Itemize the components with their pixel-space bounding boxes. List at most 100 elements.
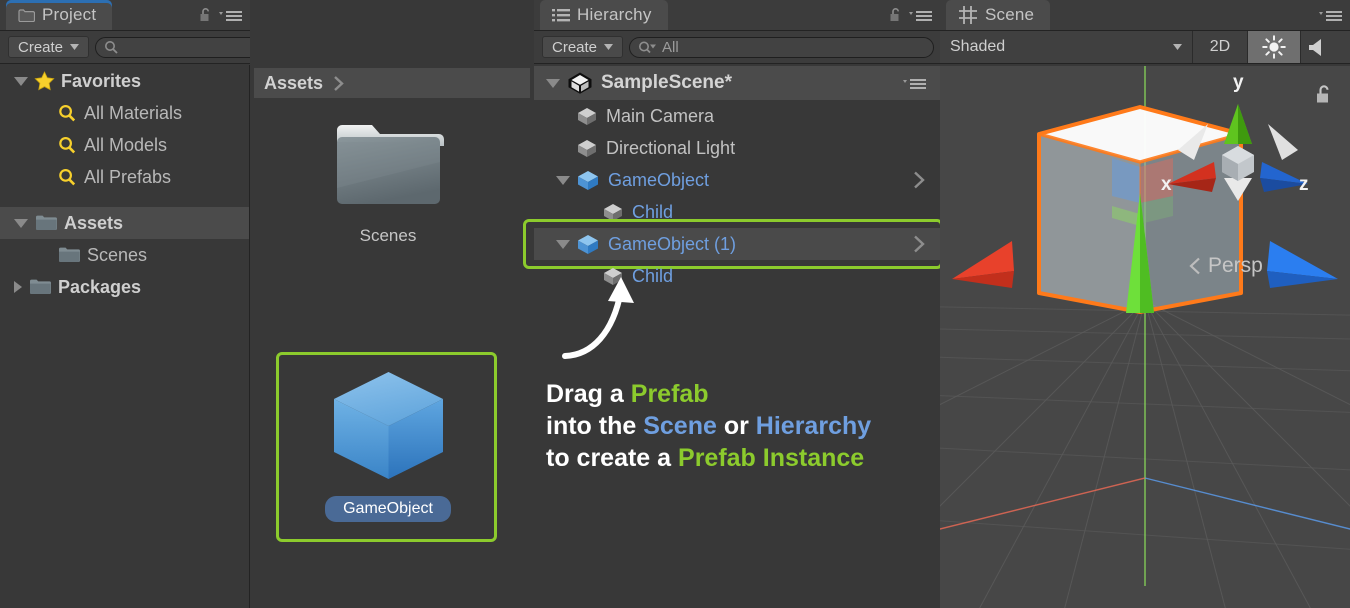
prefab-cube-icon [576, 233, 600, 256]
asset-item-scenes[interactable]: Scenes [278, 118, 498, 246]
scene-view[interactable]: y x z Persp [940, 66, 1350, 608]
project-panel: Project Create Favorites All Materials A… [0, 0, 534, 608]
draw-mode-label: Shaded [950, 38, 1006, 55]
tab-project-label: Project [42, 5, 97, 24]
tree-item-scenes[interactable]: Scenes [0, 239, 249, 271]
folder-icon [29, 278, 51, 296]
annotation-line2-pre: into the [546, 412, 644, 440]
hierarchy-toolbar: Create All [534, 30, 940, 64]
tab-scene-label: Scene [985, 5, 1035, 24]
annotation-line2-mid: or [716, 412, 756, 440]
scene-tabstrip-actions [1318, 0, 1344, 30]
project-folder-icon [18, 8, 35, 22]
lock-open-icon[interactable] [889, 7, 902, 23]
hierarchy-create-button[interactable]: Create [542, 36, 624, 58]
tree-item-assets[interactable]: Assets [0, 207, 249, 239]
asset-item-gameobject[interactable]: GameObject [278, 366, 498, 522]
scene-grid-icon [958, 5, 978, 25]
annotation-line3-prefab-instance: Prefab Instance [678, 444, 865, 472]
chevron-down-icon[interactable] [546, 78, 560, 88]
hierarchy-tabstrip: Hierarchy [534, 0, 940, 30]
hierarchy-item-directional-light[interactable]: Directional Light [534, 132, 940, 164]
star-icon [34, 71, 55, 91]
panel-menu-icon[interactable] [218, 8, 244, 22]
hierarchy-search-input[interactable]: All [629, 36, 934, 58]
prefab-cube-icon [326, 366, 451, 484]
breadcrumb-assets-label: Assets [264, 72, 324, 93]
hierarchy-item-directional-light-label: Directional Light [606, 137, 736, 158]
toggle-lighting-button[interactable] [1248, 31, 1301, 63]
panel-menu-icon[interactable] [1318, 8, 1344, 22]
tree-item-all-prefabs[interactable]: All Prefabs [0, 161, 249, 193]
search-dropdown-icon[interactable] [638, 40, 660, 55]
hierarchy-scene-header[interactable]: SampleScene* [534, 66, 940, 100]
unity-scene-icon [567, 71, 593, 95]
chevron-down-icon [70, 44, 80, 50]
tree-item-assets-label: Assets [64, 212, 124, 233]
hierarchy-scene-name: SampleScene* [601, 72, 732, 93]
folder-icon [329, 118, 447, 214]
hierarchy-item-main-camera[interactable]: Main Camera [534, 100, 940, 132]
scene-viewport-render[interactable] [940, 66, 1350, 608]
draw-mode-dropdown[interactable]: Shaded [940, 31, 1193, 63]
gameobject-grey-cube-icon [576, 106, 598, 127]
tree-item-all-materials[interactable]: All Materials [0, 97, 249, 129]
breadcrumb[interactable]: Assets [254, 68, 530, 98]
tree-item-favorites[interactable]: Favorites [0, 65, 249, 97]
search-icon [58, 136, 77, 155]
tab-scene[interactable]: Scene [946, 0, 1051, 30]
tree-item-packages-label: Packages [58, 276, 142, 297]
chevron-down-icon[interactable] [14, 218, 28, 228]
annotation-line-3: to create a Prefab Instance [546, 442, 946, 474]
asset-grid[interactable]: Scenes GameObject [250, 100, 534, 608]
toggle-audio-button[interactable] [1301, 31, 1350, 63]
asset-item-scenes-label: Scenes [359, 226, 417, 245]
asset-item-gameobject-label: GameObject [325, 496, 451, 522]
project-tree[interactable]: Favorites All Materials All Models All P… [0, 65, 250, 608]
hierarchy-item-gameobject-1-label: GameObject (1) [608, 233, 737, 254]
annotation-line1-prefab: Prefab [630, 380, 709, 408]
curved-arrow-icon [562, 277, 634, 359]
hierarchy-search-value: All [662, 38, 679, 56]
tab-hierarchy-label: Hierarchy [577, 5, 652, 24]
lock-open-icon[interactable] [199, 7, 212, 23]
unity-editor-window: Project Create Favorites All Materials A… [0, 0, 1350, 608]
annotation-text: Drag a Prefab into the Scene or Hierarch… [546, 378, 946, 474]
hierarchy-item-main-camera-label: Main Camera [606, 105, 715, 126]
chevron-right-icon[interactable] [913, 235, 926, 253]
audio-speaker-icon [1307, 36, 1329, 58]
chevron-down-icon [604, 44, 614, 50]
folder-icon [35, 214, 57, 232]
tree-item-all-prefabs-label: All Prefabs [84, 166, 172, 187]
tree-item-all-models[interactable]: All Models [0, 129, 249, 161]
scene-panel: Scene Shaded 2D y x z Persp [940, 0, 1350, 608]
project-tabstrip: Project [0, 0, 250, 30]
annotation-line1-pre: Drag a [546, 380, 631, 408]
chevron-down-icon [1173, 44, 1182, 50]
hierarchy-create-button-label: Create [552, 38, 598, 56]
panel-menu-icon[interactable] [902, 76, 928, 90]
chevron-right-icon[interactable] [913, 171, 926, 189]
create-button-label: Create [18, 38, 64, 56]
tab-hierarchy[interactable]: Hierarchy [540, 0, 668, 30]
search-icon [58, 168, 77, 187]
panel-menu-icon[interactable] [908, 8, 934, 22]
chevron-down-icon[interactable] [556, 239, 570, 249]
gameobject-grey-cube-icon [576, 138, 598, 159]
hierarchy-list-icon [552, 8, 570, 23]
prefab-cube-icon [576, 169, 600, 192]
tree-item-packages[interactable]: Packages [0, 271, 249, 303]
annotation-line3-pre: to create a [546, 444, 679, 472]
toggle-2d-button[interactable]: 2D [1193, 31, 1248, 63]
tree-item-favorites-label: Favorites [61, 70, 142, 91]
folder-icon [58, 246, 80, 264]
create-button[interactable]: Create [8, 36, 90, 58]
tab-project[interactable]: Project [6, 0, 113, 30]
chevron-right-icon[interactable] [14, 281, 22, 293]
annotation-line2-hierarchy: Hierarchy [755, 412, 872, 440]
lighting-sun-icon [1262, 35, 1286, 59]
annotation-line-2: into the Scene or Hierarchy [546, 410, 946, 442]
hierarchy-item-gameobject[interactable]: GameObject [534, 164, 940, 196]
chevron-down-icon[interactable] [556, 175, 570, 185]
chevron-down-icon[interactable] [14, 76, 28, 86]
